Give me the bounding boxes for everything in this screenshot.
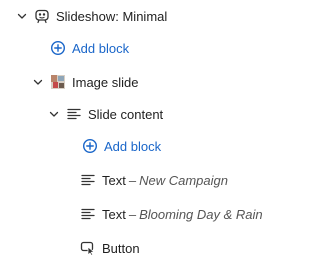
slideshow-icon <box>34 8 50 24</box>
tree-item-label: Image slide <box>72 74 139 90</box>
block-tree: Slideshow: Minimal Add block Image slide <box>0 0 284 266</box>
text-lines-icon <box>80 172 96 188</box>
plus-circle-icon <box>82 138 98 154</box>
add-block-label: Add block <box>72 40 130 56</box>
tree-item-slideshow[interactable]: Slideshow: Minimal <box>16 0 167 32</box>
separator-dash: – <box>128 172 137 188</box>
tree-item-text-new-campaign[interactable]: Text – New Campaign <box>80 164 228 196</box>
chevron-down-icon[interactable] <box>32 76 44 88</box>
tree-item-label: Slide content <box>88 106 164 122</box>
tree-item-sublabel: Blooming Day & Rain <box>139 206 263 222</box>
add-block-label: Add block <box>104 138 162 154</box>
chevron-down-icon[interactable] <box>48 108 60 120</box>
align-left-icon <box>66 106 82 122</box>
tree-item-label: Slideshow: Minimal <box>56 8 168 24</box>
tree-item-label: Button <box>102 240 140 256</box>
text-lines-icon <box>80 206 96 222</box>
tree-item-button[interactable]: Button <box>80 232 140 264</box>
tree-item-sublabel: New Campaign <box>139 172 228 188</box>
tree-item-text-blooming-day[interactable]: Text – Blooming Day & Rain <box>80 198 263 230</box>
tree-item-label: Text <box>102 206 126 222</box>
chevron-down-icon[interactable] <box>16 10 28 22</box>
tree-item-image-slide[interactable]: Image slide <box>32 66 138 98</box>
image-thumbnail-icon <box>50 74 66 90</box>
cursor-click-icon <box>80 240 96 256</box>
add-block-button[interactable]: Add block <box>82 130 161 162</box>
separator-dash: – <box>128 206 137 222</box>
tree-item-label: Text <box>102 172 126 188</box>
plus-circle-icon <box>50 40 66 56</box>
tree-item-slide-content[interactable]: Slide content <box>48 98 163 130</box>
add-block-button[interactable]: Add block <box>50 32 129 64</box>
